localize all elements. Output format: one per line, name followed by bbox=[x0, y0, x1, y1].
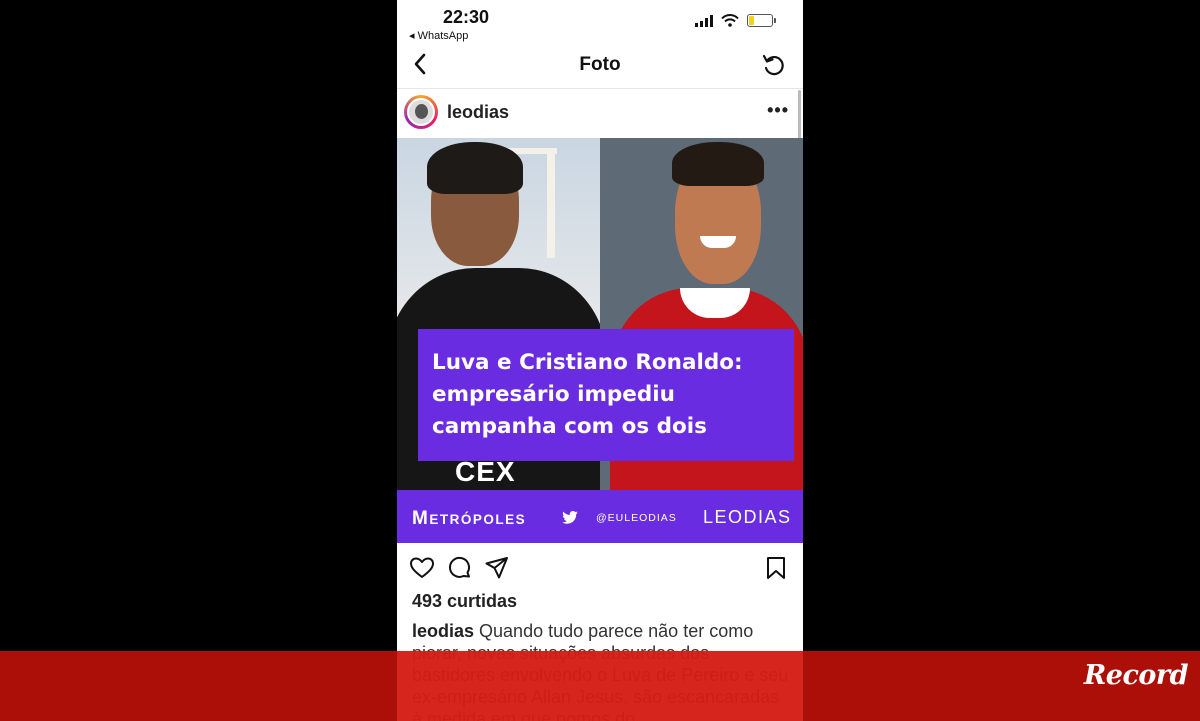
battery-icon bbox=[747, 14, 776, 27]
overlay-band-tint bbox=[397, 651, 803, 721]
brand-handle: @EULEODIAS bbox=[596, 512, 677, 524]
likes-count[interactable]: 493 curtidas bbox=[412, 591, 517, 612]
wifi-icon bbox=[721, 14, 739, 27]
headline-box: Luva e Cristiano Ronaldo: empresário imp… bbox=[418, 329, 794, 461]
bookmark-icon[interactable] bbox=[763, 555, 789, 581]
post-username[interactable]: leodias bbox=[447, 102, 509, 123]
phone-screen: 22:30 ◂ WhatsApp Foto leodias ••• CEX Lu… bbox=[397, 0, 803, 721]
status-time: 22:30 bbox=[443, 7, 490, 27]
more-options-icon[interactable]: ••• bbox=[767, 100, 789, 121]
brand-bar: METRÓPOLES @EULEODIAS LEODIAS bbox=[397, 490, 803, 543]
twitter-icon bbox=[562, 511, 578, 524]
signal-icon bbox=[695, 14, 713, 27]
back-to-whatsapp[interactable]: ◂ WhatsApp bbox=[409, 29, 468, 42]
post-headline: Luva e Cristiano Ronaldo: empresário imp… bbox=[432, 350, 743, 439]
header-divider bbox=[397, 88, 803, 89]
record-logo: Record bbox=[1083, 660, 1189, 691]
caption-username[interactable]: leodias bbox=[412, 621, 474, 641]
share-icon[interactable] bbox=[484, 555, 510, 581]
heart-icon[interactable] bbox=[409, 555, 435, 581]
metropoles-logo: METRÓPOLES bbox=[412, 508, 527, 529]
refresh-icon[interactable] bbox=[761, 52, 787, 78]
brand-leodias: LEODIAS bbox=[703, 507, 792, 527]
avatar[interactable] bbox=[404, 95, 438, 129]
post-image[interactable]: CEX Luva e Cristiano Ronaldo: empresário… bbox=[397, 138, 803, 543]
page-title: Foto bbox=[579, 54, 621, 75]
comment-icon[interactable] bbox=[447, 555, 473, 581]
status-icons bbox=[695, 14, 776, 27]
